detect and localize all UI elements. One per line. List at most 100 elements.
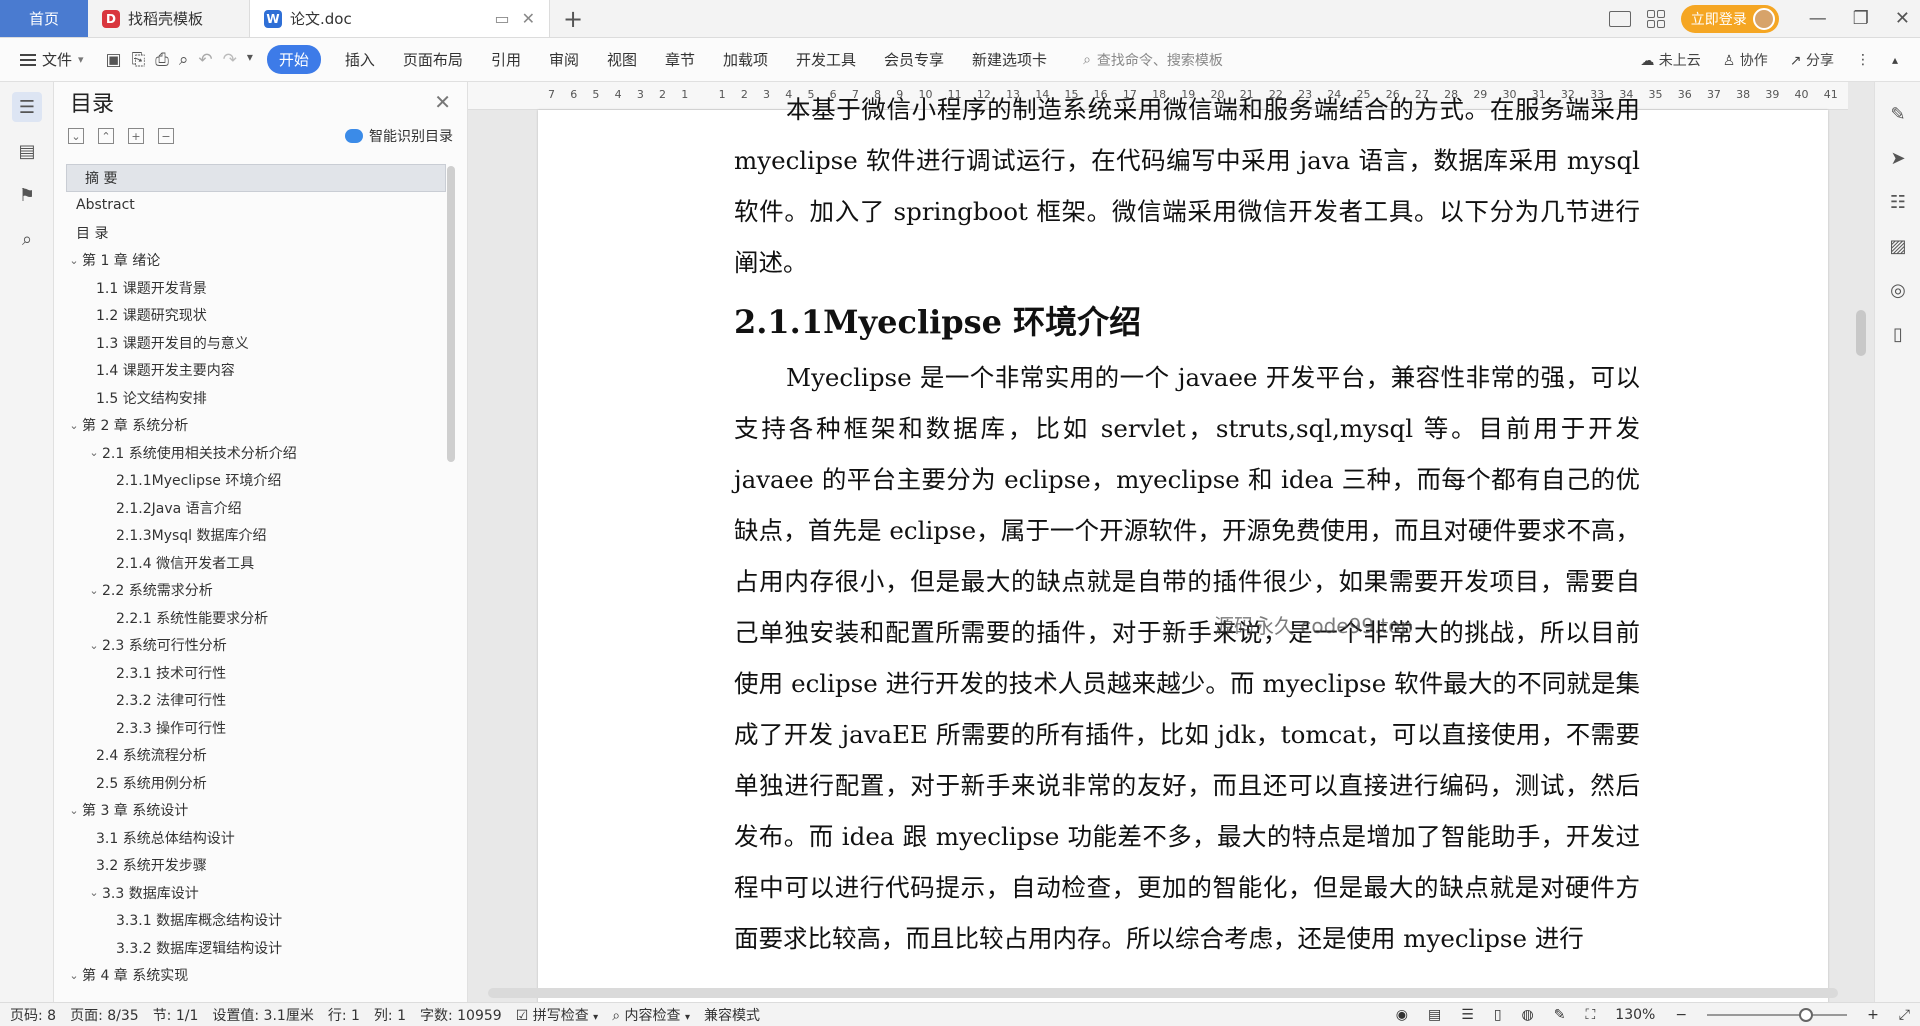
tab-page-layout[interactable]: 页面布局 [389, 45, 477, 74]
image-icon[interactable]: ▨ [1886, 234, 1910, 258]
web-view-icon[interactable]: ◍ [1522, 1007, 1534, 1023]
toc-item[interactable]: 3.1 系统总体结构设计 [66, 824, 446, 852]
remove-heading-icon[interactable]: − [158, 128, 174, 144]
undo-icon[interactable]: ↶ [198, 50, 212, 70]
toc-item[interactable]: 2.1.4 微信开发者工具 [66, 549, 446, 577]
toc-item[interactable]: 2.3.2 法律可行性 [66, 687, 446, 715]
toc-panel-icon[interactable]: ☰ [12, 92, 42, 122]
toc-item[interactable]: ⌄ 2.3 系统可行性分析 [66, 632, 446, 660]
search-panel-icon[interactable]: ⌕ [12, 224, 42, 254]
toc-item[interactable]: 2.2.1 系统性能要求分析 [66, 604, 446, 632]
tab-template[interactable]: D 找稻壳模板 [88, 0, 250, 37]
login-button[interactable]: 立即登录 [1680, 4, 1779, 33]
toc-item[interactable]: 摘 要 [66, 164, 446, 192]
toc-item[interactable]: ⌄ 第 2 章 系统分析 [66, 412, 446, 440]
navigation-icon[interactable]: ▤ [12, 136, 42, 166]
new-tab-button[interactable]: + [550, 0, 596, 37]
minimize-icon[interactable]: — [1809, 8, 1827, 29]
tab-developer[interactable]: 开发工具 [782, 45, 870, 74]
compass-icon[interactable]: ◎ [1886, 278, 1910, 302]
tab-start[interactable]: 开始 [266, 45, 321, 74]
status-words[interactable]: 字数: 10959 [420, 1005, 502, 1025]
chevron-down-icon[interactable]: ⌄ [86, 886, 102, 899]
paragraph[interactable]: 本基于微信小程序的制造系统采用微信端和服务端结合的方式。在服务端采用 myecl… [734, 84, 1640, 288]
document-page[interactable]: 本基于微信小程序的制造系统采用微信端和服务端结合的方式。在服务端采用 myecl… [538, 95, 1828, 1002]
tab-new-tab[interactable]: 新建选项卡 [958, 45, 1061, 74]
restore-icon[interactable]: ❐ [1853, 8, 1869, 29]
toc-item[interactable]: 2.5 系统用例分析 [66, 769, 446, 797]
tab-document[interactable]: W 论文.doc ▭ ✕ [250, 0, 550, 37]
tab-home[interactable]: 首页 [0, 0, 88, 37]
fit-icon[interactable]: ⛶ [1585, 1007, 1595, 1023]
toc-item[interactable]: 2.3.1 技术可行性 [66, 659, 446, 687]
eye-icon[interactable]: ◉ [1396, 1007, 1408, 1023]
tab-addins[interactable]: 加载项 [709, 45, 782, 74]
chevron-down-icon[interactable]: ⌄ [66, 804, 82, 817]
print-preview-icon[interactable]: ⌕ [179, 50, 189, 70]
toc-item[interactable]: 目 录 [66, 219, 446, 247]
cursor-icon[interactable]: ➤ [1886, 146, 1910, 170]
toc-item[interactable]: ⌄ 第 3 章 系统设计 [66, 797, 446, 825]
toc-item[interactable]: 2.4 系统流程分析 [66, 742, 446, 770]
file-menu[interactable]: 文件 ▾ [12, 49, 92, 70]
apps-grid-icon[interactable] [1646, 9, 1665, 28]
toc-item[interactable]: 1.2 课题研究现状 [66, 302, 446, 330]
toc-item[interactable]: 1.4 课题开发主要内容 [66, 357, 446, 385]
chevron-down-icon[interactable]: ⌄ [66, 254, 82, 267]
tab-references[interactable]: 引用 [477, 45, 535, 74]
tab-close-icon[interactable]: ✕ [522, 9, 535, 28]
content-check-button[interactable]: ⌕ 内容检查 ▾ [612, 1005, 690, 1025]
toc-item[interactable]: ⌄ 2.2 系统需求分析 [66, 577, 446, 605]
export-icon[interactable]: ⎘ [132, 50, 146, 70]
pen-icon[interactable]: ✎ [1886, 102, 1910, 126]
toc-item[interactable]: 2.1.2Java 语言介绍 [66, 494, 446, 522]
book-icon[interactable]: ▯ [1886, 322, 1910, 346]
toc-item[interactable]: 3.3.1 数据库概念结构设计 [66, 907, 446, 935]
vertical-scrollbar[interactable] [1856, 114, 1866, 954]
customize-icon[interactable]: ▾ [247, 50, 253, 70]
toc-item[interactable]: 3.2 系统开发步骤 [66, 852, 446, 880]
tab-chapter[interactable]: 章节 [651, 45, 709, 74]
toc-item[interactable]: 2.1.3Mysql 数据库介绍 [66, 522, 446, 550]
collab-button[interactable]: ♙ 协作 [1723, 50, 1768, 70]
toc-item[interactable]: ⌄ 2.1 系统使用相关技术分析介绍 [66, 439, 446, 467]
toc-item[interactable]: ⌄ 3.3 数据库设计 [66, 879, 446, 907]
expand-down-icon[interactable]: ⌄ [68, 128, 84, 144]
tab-insert[interactable]: 插入 [331, 45, 389, 74]
toc-item[interactable]: 1.3 课题开发目的与意义 [66, 329, 446, 357]
read-view-icon[interactable]: ▯ [1494, 1007, 1502, 1023]
chevron-down-icon[interactable]: ⌄ [86, 446, 102, 459]
outline-view-icon[interactable]: ☰ [1461, 1007, 1474, 1023]
zoom-in-icon[interactable]: + [1867, 1007, 1879, 1023]
add-heading-icon[interactable]: + [128, 128, 144, 144]
paragraph[interactable]: Myeclipse 是一个非常实用的一个 javaee 开发平台，兼容性非常的强… [734, 352, 1640, 964]
toc-item[interactable]: 1.5 论文结构安排 [66, 384, 446, 412]
chevron-down-icon[interactable]: ⌄ [66, 969, 82, 982]
print-icon[interactable]: ⎙ [155, 50, 169, 70]
toc-item[interactable]: 3.3.2 数据库逻辑结构设计 [66, 934, 446, 962]
command-search[interactable]: ⌕ 查找命令、搜索模板 [1083, 50, 1223, 70]
cloud-status[interactable]: ☁ 未上云 [1640, 50, 1700, 70]
horizontal-scrollbar[interactable] [488, 988, 1838, 998]
tab-review[interactable]: 审阅 [535, 45, 593, 74]
layout-icon[interactable] [1608, 10, 1631, 27]
toc-item[interactable]: 1.1 课题开发背景 [66, 274, 446, 302]
collapse-ribbon-icon[interactable]: ▴ [1892, 53, 1898, 67]
tab-member[interactable]: 会员专享 [870, 45, 958, 74]
zoom-level[interactable]: 130% [1615, 1007, 1655, 1023]
save-icon[interactable]: ▣ [106, 50, 122, 70]
bookmark-icon[interactable]: ⚑ [12, 180, 42, 210]
collapse-up-icon[interactable]: ⌃ [98, 128, 114, 144]
toc-item[interactable]: Abstract [66, 192, 446, 220]
zoom-knob[interactable] [1799, 1007, 1814, 1022]
tab-view[interactable]: 视图 [593, 45, 651, 74]
tab-window-icon[interactable]: ▭ [494, 9, 509, 28]
chevron-down-icon[interactable]: ⌄ [86, 584, 102, 597]
share-button[interactable]: ↗ 分享 [1790, 50, 1834, 70]
zoom-slider[interactable] [1707, 1007, 1848, 1022]
toc-item[interactable]: ⌄ 第 1 章 绪论 [66, 247, 446, 275]
toc-item[interactable]: ⌄ 第 4 章 系统实现 [66, 962, 446, 984]
toc-item[interactable]: 2.3.3 操作可行性 [66, 714, 446, 742]
status-page[interactable]: 页面: 8/35 [70, 1005, 139, 1025]
write-view-icon[interactable]: ✎ [1554, 1007, 1566, 1023]
